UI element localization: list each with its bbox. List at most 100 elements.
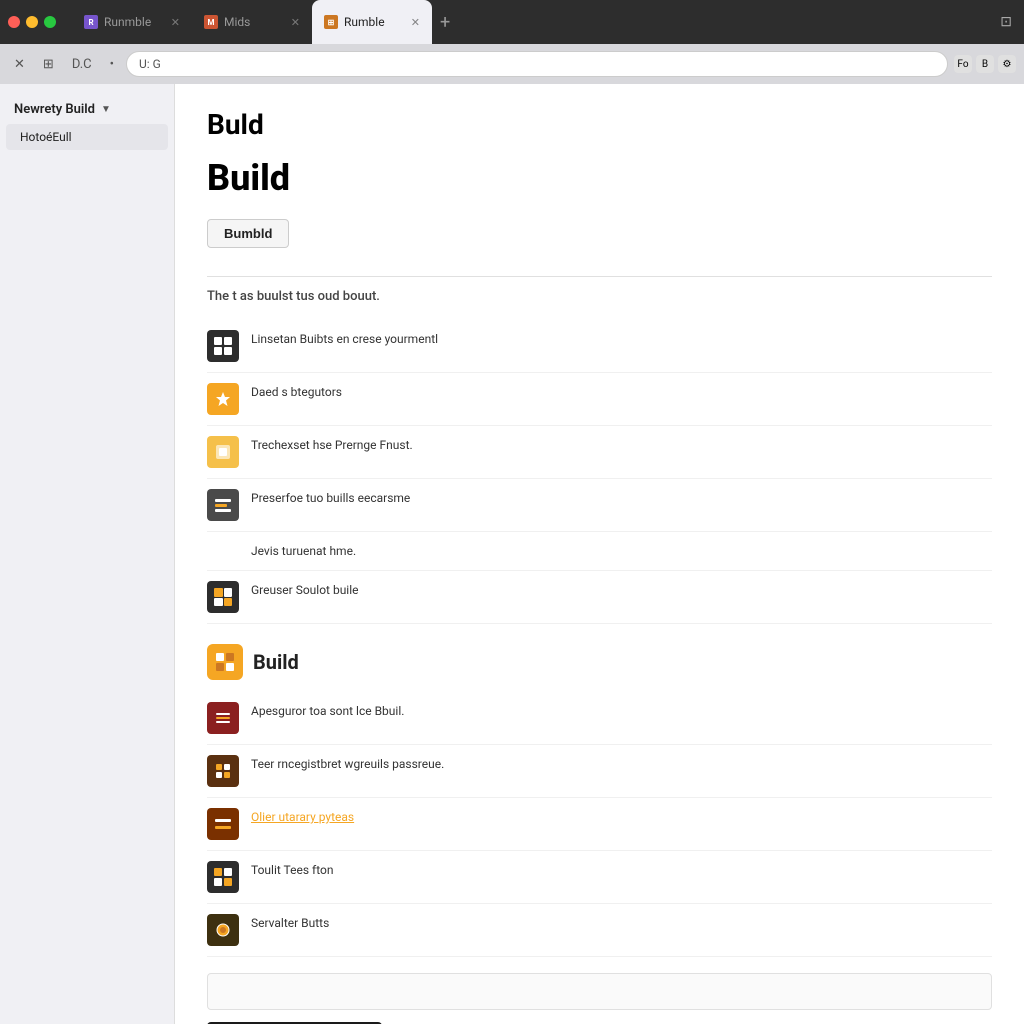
- grid-cell: [224, 337, 232, 345]
- tab-close-3[interactable]: ✕: [411, 16, 420, 29]
- feature-item-0: Linsetan Buibts en crese yourmentl: [207, 320, 992, 373]
- sidebar-item-0[interactable]: HotoéEull: [6, 124, 168, 150]
- divider-1: [207, 276, 992, 277]
- section2-item-3: Toulit Tees fton: [207, 851, 992, 904]
- sidebar-item-label-0: HotoéEull: [20, 130, 72, 144]
- section2-item-2: Olier utarary pyteas: [207, 798, 992, 851]
- tab-label-2: Mids: [224, 15, 250, 29]
- new-tab-button[interactable]: +: [432, 0, 458, 44]
- main-content: Buld Build Bumbld The t as buulst tus ou…: [175, 84, 1024, 1024]
- section2-icon-4: [207, 914, 239, 946]
- extensions-icon[interactable]: Fo: [954, 55, 972, 73]
- bars-icon: [215, 499, 231, 512]
- bookmark-icon[interactable]: B: [976, 55, 994, 73]
- feature-text-3: Preserfoe tuo buills eecarsme: [251, 489, 410, 507]
- section2-icon-3: [207, 861, 239, 893]
- settings-icon[interactable]: ⚙: [998, 55, 1016, 73]
- section2-feature-list: Apesguror toa sont lce Bbuil. Teer rnceg…: [207, 692, 992, 957]
- addr-icon-group: Fo B ⚙: [954, 55, 1016, 73]
- tab-bar: R Runmble ✕ M Mids ✕ ⊞ Rumble ✕ +: [72, 0, 980, 44]
- feature-list: Linsetan Buibts en crese yourmentl Daed …: [207, 320, 992, 624]
- window-controls: [8, 16, 56, 28]
- grid-icon-5: [214, 588, 232, 606]
- section2-text-1: Teer rncegistbret wgreuils passreue.: [251, 755, 444, 773]
- address-text: U: G: [139, 57, 161, 71]
- nav-star-icon[interactable]: •: [104, 53, 120, 76]
- section2-text-0: Apesguror toa sont lce Bbuil.: [251, 702, 404, 720]
- grid-cell: [224, 347, 232, 355]
- grid-cell: [214, 588, 223, 597]
- section-description: The t as buulst tus oud bouut.: [207, 289, 992, 304]
- address-bar-row: ✕ ⊞ D.C • U: G Fo B ⚙: [0, 44, 1024, 84]
- bottom-input[interactable]: [207, 973, 992, 1010]
- tab-label-1: Runmble: [104, 15, 151, 29]
- grid-cell: [214, 868, 222, 876]
- section2-item-4: Servalter Butts: [207, 904, 992, 957]
- sidebar-header-label: Newrety Build: [14, 102, 95, 117]
- feature-icon-3: [207, 489, 239, 521]
- nav-refresh-icon[interactable]: D.C: [66, 53, 98, 76]
- address-input[interactable]: U: G: [126, 51, 948, 77]
- section2-icon-1: [207, 755, 239, 787]
- section2-icon-0: [207, 702, 239, 734]
- feature-icon-5: [207, 581, 239, 613]
- feature-icon-1: [207, 383, 239, 415]
- feature-item-5: Greuser Soulot buile: [207, 571, 992, 624]
- dark-orange-icon: [214, 762, 232, 780]
- tab-favicon-1: R: [84, 15, 98, 29]
- close-window-btn[interactable]: [8, 16, 20, 28]
- grid-icon-s3: [214, 868, 232, 886]
- section2-text-2[interactable]: Olier utarary pyteas: [251, 808, 354, 826]
- grid-cell: [214, 878, 222, 886]
- browser-tab-1[interactable]: R Runmble ✕: [72, 0, 192, 44]
- bottom-section: Runbe Rummble: [207, 973, 992, 1024]
- section2-icon-2: [207, 808, 239, 840]
- nav-back-btn[interactable]: ✕: [8, 53, 31, 76]
- sidebar: Newrety Build ▼ HotoéEull: [0, 84, 175, 1024]
- build-button[interactable]: Bumbld: [207, 219, 289, 248]
- grid-cell: [214, 337, 222, 345]
- tab-label-3: Rumble: [344, 15, 385, 29]
- tab-favicon-2: M: [204, 15, 218, 29]
- feature-icon-0: [207, 330, 239, 362]
- feature-text-2: Trechexset hse Prernge Fnust.: [251, 436, 413, 454]
- section2-header: Build: [207, 644, 992, 680]
- feature-icon-2: [207, 436, 239, 468]
- page-title-large: Build: [207, 157, 992, 199]
- section2-item-1: Teer rncegistbret wgreuils passreue.: [207, 745, 992, 798]
- page-title-small: Buld: [207, 108, 992, 141]
- browser-tab-2[interactable]: M Mids ✕: [192, 0, 312, 44]
- feature-item-3: Preserfoe tuo buills eecarsme: [207, 479, 992, 532]
- tab-close-1[interactable]: ✕: [171, 16, 180, 29]
- section2-item-0: Apesguror toa sont lce Bbuil.: [207, 692, 992, 745]
- tab-close-2[interactable]: ✕: [291, 16, 300, 29]
- browser-tab-3[interactable]: ⊞ Rumble ✕: [312, 0, 432, 44]
- maximize-window-btn[interactable]: [44, 16, 56, 28]
- grid-cell: [214, 347, 222, 355]
- trophy-icon: [214, 390, 232, 408]
- tab-favicon-3: ⊞: [324, 15, 338, 29]
- section2-text-3: Toulit Tees fton: [251, 861, 333, 879]
- feature-text-1: Daed s btegutors: [251, 383, 342, 401]
- feature-item-2: Trechexset hse Prernge Fnust.: [207, 426, 992, 479]
- grid-cell: [224, 598, 233, 607]
- feature-item-4: Jevis turuenat hme.: [207, 532, 992, 571]
- feature-text-5: Greuser Soulot buile: [251, 581, 359, 599]
- feature-text-0: Linsetan Buibts en crese yourmentl: [251, 330, 438, 348]
- browser-action-icon[interactable]: ⊡: [996, 10, 1016, 34]
- section2-icon: [207, 644, 243, 680]
- grid-cell: [224, 868, 232, 876]
- browser-chrome: R Runmble ✕ M Mids ✕ ⊞ Rumble ✕ + ⊡: [0, 0, 1024, 44]
- red-icon: [214, 709, 232, 727]
- grid-icon-0: [214, 337, 232, 355]
- coin-icon: [214, 921, 232, 939]
- grid-cell: [214, 598, 223, 607]
- nav-forward-icon[interactable]: ⊞: [37, 53, 60, 76]
- star-icon: [214, 443, 232, 461]
- app-layout: Newrety Build ▼ HotoéEull Buld Build Bum…: [0, 84, 1024, 1024]
- section2-text-4: Servalter Butts: [251, 914, 329, 932]
- sidebar-header[interactable]: Newrety Build ▼: [0, 96, 174, 123]
- feature-text-4: Jevis turuenat hme.: [251, 542, 356, 560]
- sidebar-dropdown-icon: ▼: [101, 104, 111, 115]
- minimize-window-btn[interactable]: [26, 16, 38, 28]
